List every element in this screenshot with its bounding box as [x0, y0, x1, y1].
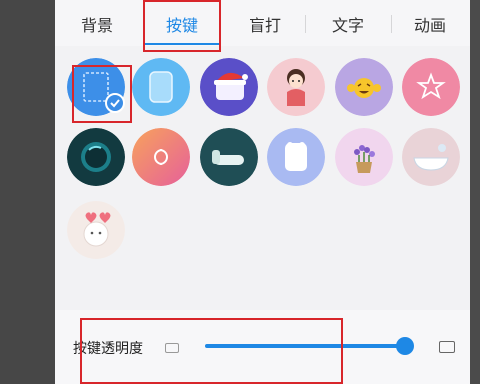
tab-text[interactable]: 文字: [313, 12, 383, 36]
transparency-slider-thumb[interactable]: [396, 337, 414, 355]
tab-animation[interactable]: 动画: [398, 12, 462, 36]
skin-girl-sticker[interactable]: [267, 58, 325, 116]
tab-blind-typing[interactable]: 盲打: [233, 12, 297, 36]
tab-background[interactable]: 背景: [63, 12, 131, 36]
skin-bathtub[interactable]: [402, 128, 460, 186]
skin-pink-star[interactable]: [402, 58, 460, 116]
highlight-transparency-box: [80, 318, 343, 384]
skin-bunny-hearts[interactable]: [67, 201, 125, 259]
right-dim-area: [470, 0, 480, 384]
highlight-skin-box: [72, 65, 132, 123]
skin-white-frame[interactable]: [267, 128, 325, 186]
skin-bed-bath[interactable]: [200, 128, 258, 186]
highlight-tab-box: [143, 0, 221, 52]
skin-lavender-pot[interactable]: [335, 128, 393, 186]
tab-divider: [305, 15, 306, 33]
skin-chanel-logo[interactable]: [132, 128, 190, 186]
skin-blue-rounded[interactable]: [132, 58, 190, 116]
tab-divider: [391, 15, 392, 33]
left-dim-area: [0, 0, 55, 384]
tab-bar: 背景 按键 盲打 文字 动画: [55, 0, 470, 46]
skin-laughing-emoji[interactable]: [335, 58, 393, 116]
keyboard-max-icon: [439, 341, 455, 353]
skin-santa-hat[interactable]: [200, 58, 258, 116]
skin-teal-orb[interactable]: [67, 128, 125, 186]
